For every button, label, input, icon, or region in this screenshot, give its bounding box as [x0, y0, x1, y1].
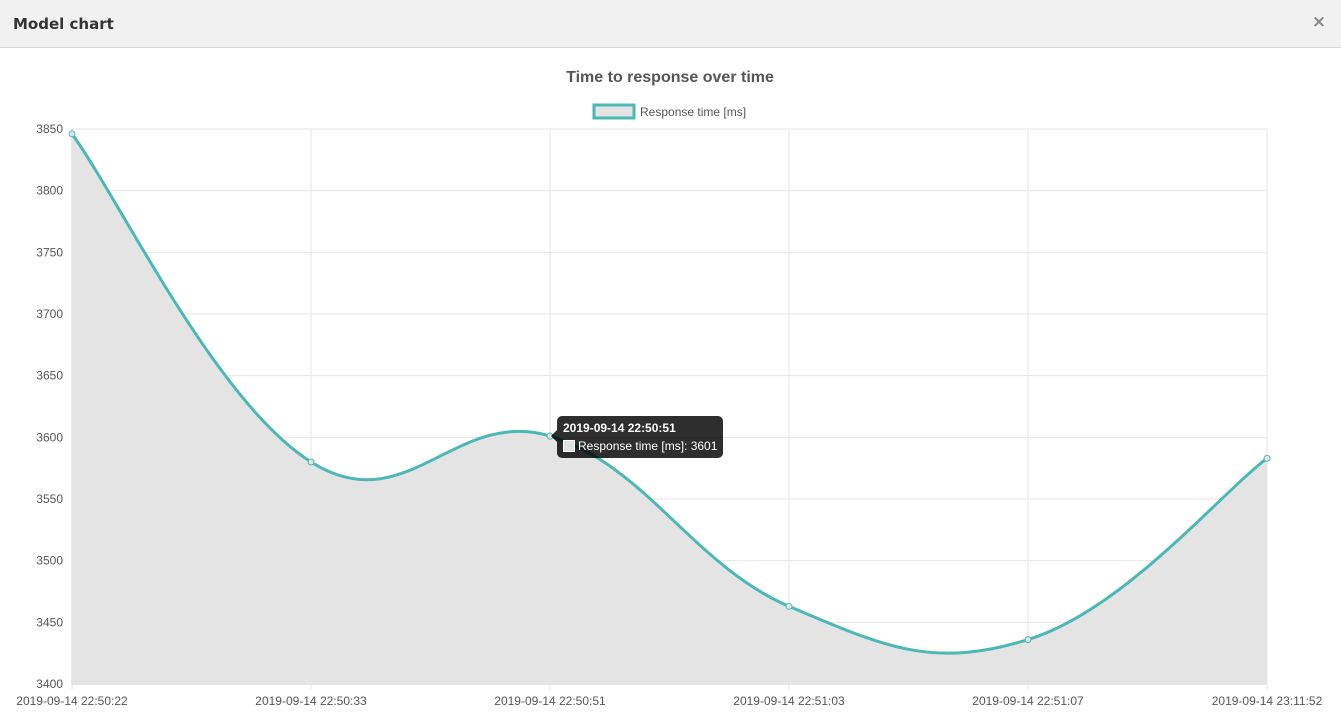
data-point[interactable]: [1024, 636, 1032, 644]
x-tick-label: 2019-09-14 22:50:22: [16, 694, 128, 708]
y-tick-label: 3600: [36, 430, 63, 444]
data-point[interactable]: [68, 130, 76, 138]
legend-label[interactable]: Response time [ms]: [640, 105, 746, 119]
x-tick-label: 2019-09-14 22:51:03: [733, 694, 845, 708]
tooltip-title: 2019-09-14 22:50:51: [563, 421, 676, 435]
modal-title: Model chart: [13, 15, 114, 33]
y-tick-label: 3850: [36, 122, 63, 136]
x-tick-label: 2019-09-14 22:51:07: [972, 694, 1084, 708]
y-tick-label: 3550: [36, 492, 63, 506]
y-tick-label: 3400: [36, 677, 63, 691]
modal-header: Model chart ×: [0, 0, 1341, 48]
tooltip-swatch: [563, 440, 575, 452]
y-tick-label: 3650: [36, 369, 63, 383]
data-point[interactable]: [307, 458, 315, 466]
y-tick-label: 3700: [36, 307, 63, 321]
data-point[interactable]: [1263, 454, 1271, 462]
chart-title: Time to response over time: [566, 69, 774, 86]
y-tick-label: 3500: [36, 554, 63, 568]
chart-svg: Time to response over time Response time…: [16, 69, 1323, 708]
tooltip-label: Response time [ms]: 3601: [578, 439, 718, 453]
legend-swatch[interactable]: [592, 103, 636, 120]
chart-tooltip: 2019-09-14 22:50:51 Response time [ms]: …: [550, 416, 724, 458]
y-tick-label: 3800: [36, 184, 63, 198]
y-tick-label: 3750: [36, 245, 63, 259]
chart-container: Time to response over time Response time…: [0, 49, 1341, 722]
y-tick-label: 3450: [36, 615, 63, 629]
x-tick-label: 2019-09-14 22:50:33: [255, 694, 367, 708]
close-icon[interactable]: ×: [1311, 12, 1327, 32]
data-point[interactable]: [785, 602, 793, 610]
x-tick-label: 2019-09-14 23:11:52: [1212, 694, 1323, 708]
x-tick-label: 2019-09-14 22:50:51: [494, 694, 606, 708]
